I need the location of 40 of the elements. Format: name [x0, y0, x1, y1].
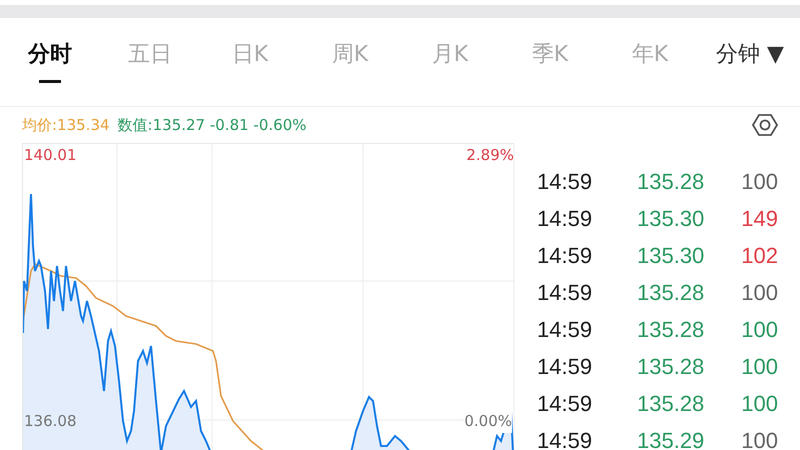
trade-price: 135.28 [637, 353, 706, 381]
chart-tab[interactable]: 分时 [28, 40, 72, 70]
chart-tab[interactable]: 年K [632, 40, 668, 70]
chart-tab[interactable]: 五日 [128, 40, 172, 70]
trade-price: 135.30 [637, 242, 706, 270]
trade-time: 14:59 [537, 353, 594, 381]
settings-icon[interactable] [752, 113, 778, 137]
change-high-label: 2.89% [466, 145, 514, 166]
trade-time: 14:59 [537, 242, 594, 270]
trade-volume: 100 [741, 279, 778, 307]
chart-tab[interactable]: 月K [432, 40, 468, 70]
trade-volume: 100 [741, 390, 778, 418]
trade-price: 135.28 [637, 168, 706, 196]
trade-time: 14:59 [537, 205, 594, 233]
trade-price: 135.28 [637, 279, 706, 307]
trade-time: 14:59 [537, 316, 594, 344]
trade-time: 14:59 [537, 390, 594, 418]
trade-volume: 100 [741, 316, 778, 344]
trade-price: 135.28 [637, 316, 706, 344]
trade-volume: 100 [741, 168, 778, 196]
trade-time: 14:59 [537, 427, 594, 450]
trade-price: 135.29 [637, 427, 706, 450]
trade-volume: 102 [741, 242, 778, 270]
trade-volume: 100 [741, 353, 778, 381]
chart-tab[interactable]: 季K [532, 40, 568, 70]
trade-price: 135.28 [637, 390, 706, 418]
trade-volume: 100 [741, 427, 778, 450]
tab-underline [39, 80, 61, 83]
average-price-label: 均价:135.34 [22, 114, 110, 136]
chart-tab[interactable]: 日K [232, 40, 268, 70]
chart-tab[interactable]: 周K [332, 40, 368, 70]
value-label: 数值:135.27 -0.81 -0.60% [118, 114, 306, 136]
change-mid-label: 0.00% [464, 410, 512, 432]
price-mid-label: 136.08 [24, 411, 76, 432]
price-high-label: 140.01 [24, 145, 76, 166]
trade-time: 14:59 [537, 279, 594, 307]
interval-dropdown[interactable]: 分钟 ▼ [716, 40, 784, 70]
trade-volume: 149 [741, 205, 778, 233]
trade-price: 135.30 [637, 205, 706, 233]
trade-time: 14:59 [537, 168, 594, 196]
